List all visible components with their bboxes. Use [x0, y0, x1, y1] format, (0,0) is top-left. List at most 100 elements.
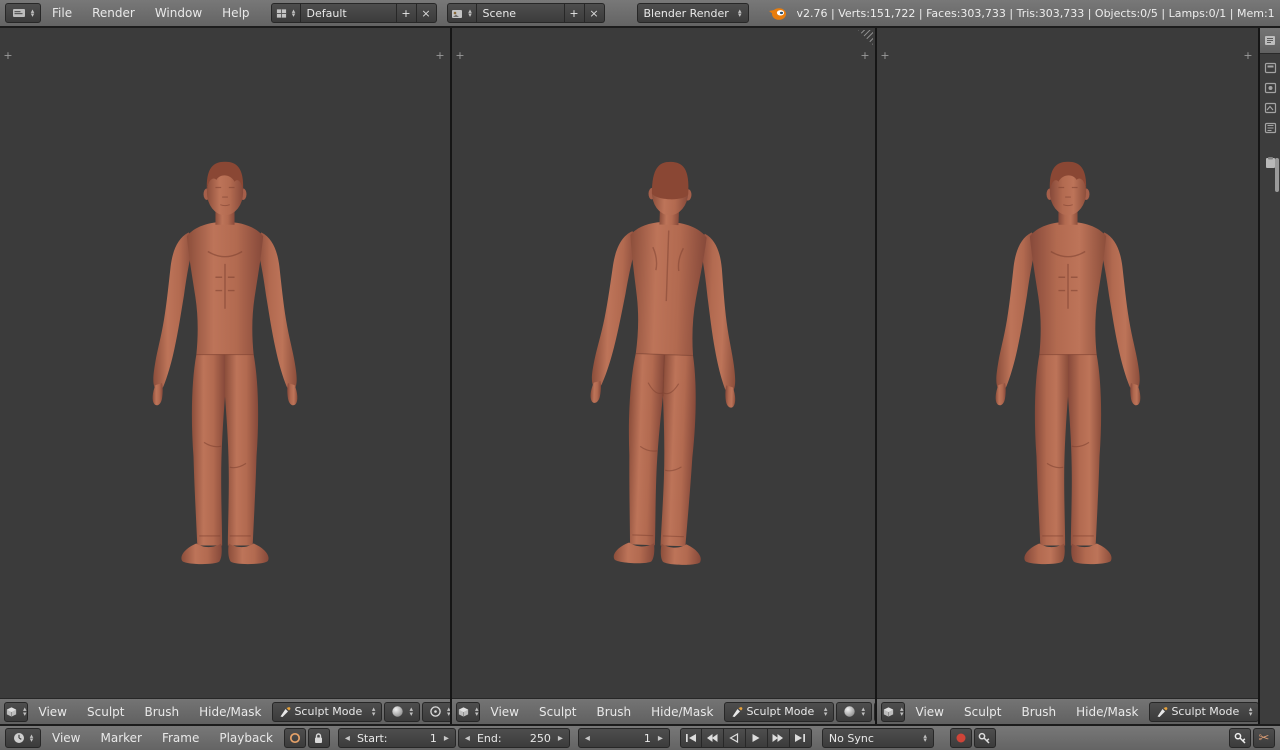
- add-layout-button[interactable]: +: [396, 3, 417, 23]
- scene-statistics: v2.76 | Verts:151,722 | Faces:303,733 | …: [796, 6, 1275, 20]
- layout-browse-button[interactable]: ▴ ▾: [270, 3, 301, 23]
- menu-hide-mask[interactable]: Hide/Mask: [190, 705, 270, 719]
- increment-arrow[interactable]: ▸: [658, 733, 663, 744]
- menu-view[interactable]: View: [43, 731, 89, 745]
- area-corner-widget[interactable]: +: [1242, 50, 1254, 62]
- play-button[interactable]: [745, 728, 768, 748]
- prev-keyframe-button[interactable]: [701, 728, 724, 748]
- outliner-header[interactable]: [1260, 28, 1280, 54]
- info-editor-type-button[interactable]: ▴ ▾: [5, 3, 41, 23]
- 3d-view-editor-icon: [883, 706, 894, 717]
- viewport-editor-type-button[interactable]: ▴ ▾: [456, 701, 480, 722]
- lock-time-toggle[interactable]: [307, 728, 330, 748]
- decrement-arrow[interactable]: ◂: [585, 733, 590, 744]
- area-corner-widget[interactable]: +: [879, 50, 891, 62]
- menu-render[interactable]: Render: [83, 6, 144, 20]
- menu-sculpt[interactable]: Sculpt: [530, 705, 585, 719]
- menu-playback[interactable]: Playback: [210, 731, 282, 745]
- viewport-header: ▴ ▾ View Sculpt Brush Hide/Mask Sculpt Mo…: [452, 698, 875, 724]
- preview-range-toggle[interactable]: [283, 728, 306, 748]
- menu-sculpt[interactable]: Sculpt: [955, 705, 1010, 719]
- mode-dropdown[interactable]: Sculpt Mode ▴ ▾: [724, 701, 835, 722]
- delete-keyframe-button[interactable]: ✂: [1253, 728, 1275, 748]
- shading-dropdown[interactable]: ▴ ▾: [836, 701, 872, 722]
- pivot-dropdown[interactable]: ▴▾: [421, 701, 450, 722]
- render-engine-dropdown[interactable]: Blender Render ▴ ▾: [636, 3, 749, 23]
- 3d-viewport-canvas[interactable]: [877, 28, 1258, 698]
- mode-dropdown[interactable]: Sculpt Mode ▴ ▾: [272, 701, 383, 722]
- menu-help[interactable]: Help: [213, 6, 258, 20]
- sculpt-brush-icon: [280, 706, 291, 717]
- menu-marker[interactable]: Marker: [91, 731, 150, 745]
- properties-tab-icon[interactable]: [1264, 102, 1277, 114]
- scene-icon: [452, 9, 463, 18]
- info-header: ▴ ▾ File Render Window Help ▴ ▾ Default + …: [0, 0, 1280, 28]
- 3d-viewport-canvas[interactable]: [452, 28, 875, 698]
- timeline-editor-type-button[interactable]: ▴ ▾: [5, 728, 41, 748]
- menu-view[interactable]: View: [482, 705, 528, 719]
- menu-window[interactable]: Window: [146, 6, 211, 20]
- playback-controls: [679, 728, 812, 748]
- play-reverse-button[interactable]: [723, 728, 746, 748]
- add-scene-button[interactable]: +: [564, 3, 585, 23]
- record-icon: [956, 733, 966, 743]
- scene-name-field[interactable]: Scene: [476, 3, 565, 23]
- viewport-back: + + ▴ ▾ View Sculpt Brush Hide/Mask Sculp…: [452, 28, 877, 724]
- next-keyframe-button[interactable]: [767, 728, 790, 748]
- shading-dropdown-arrows: ▴ ▾: [409, 705, 413, 718]
- area-corner-widget[interactable]: +: [454, 50, 466, 62]
- frame-end-field[interactable]: ◂ End: 250 ▸: [457, 728, 570, 748]
- insert-keyframe-button[interactable]: [1229, 728, 1251, 748]
- jump-to-start-button[interactable]: [679, 728, 702, 748]
- screen-layout-selector: ▴ ▾ Default + ×: [270, 3, 437, 23]
- jump-to-end-button[interactable]: [789, 728, 812, 748]
- pivot-dropdown[interactable]: ▴▾: [873, 701, 875, 722]
- sync-dropdown[interactable]: No Sync ▴ ▾: [821, 728, 934, 748]
- blender-logo: [767, 6, 787, 21]
- menu-view[interactable]: View: [907, 705, 953, 719]
- pivot-center-icon: [430, 706, 441, 717]
- delete-layout-button[interactable]: ×: [416, 3, 437, 23]
- keying-set-button[interactable]: [973, 728, 996, 748]
- main-area: + + ▴ ▾ View Sculpt Brush Hide/Mask Sculp…: [0, 28, 1280, 724]
- sculpt-brush-icon: [1157, 706, 1168, 717]
- shading-dropdown[interactable]: ▴ ▾: [384, 701, 420, 722]
- editor-switch-arrows: ▴ ▾: [29, 731, 34, 744]
- properties-tab-icon[interactable]: [1264, 82, 1277, 94]
- delete-scene-button[interactable]: ×: [584, 3, 605, 23]
- menu-hide-mask[interactable]: Hide/Mask: [642, 705, 722, 719]
- mode-dropdown[interactable]: Sculpt Mode ▴ ▾: [1149, 701, 1258, 722]
- menu-brush[interactable]: Brush: [587, 705, 640, 719]
- increment-arrow[interactable]: ▸: [558, 733, 563, 744]
- menu-view[interactable]: View: [30, 705, 76, 719]
- decrement-arrow[interactable]: ◂: [465, 733, 470, 744]
- viewport-editor-type-button[interactable]: ▴ ▾: [4, 701, 28, 722]
- menu-sculpt[interactable]: Sculpt: [78, 705, 133, 719]
- area-corner-widget[interactable]: +: [2, 50, 14, 62]
- menu-hide-mask[interactable]: Hide/Mask: [1067, 705, 1147, 719]
- key-icon: [979, 732, 990, 744]
- area-corner-widget[interactable]: +: [859, 50, 871, 62]
- properties-tab-icon[interactable]: [1264, 62, 1277, 74]
- menu-brush[interactable]: Brush: [135, 705, 188, 719]
- properties-tab-icon[interactable]: [1264, 122, 1277, 134]
- decrement-arrow[interactable]: ◂: [345, 733, 350, 744]
- auto-keyframe-record-button[interactable]: [949, 728, 972, 748]
- 3d-viewport-canvas[interactable]: [0, 28, 450, 698]
- layout-name-field[interactable]: Default: [300, 3, 397, 23]
- scrollbar[interactable]: [1275, 158, 1279, 192]
- timeline-header: ▴ ▾ View Marker Frame Playback ◂ Start: 1…: [0, 724, 1280, 750]
- frame-start-field[interactable]: ◂ Start: 1 ▸: [337, 728, 456, 748]
- current-frame-field[interactable]: ◂ 1 ▸: [577, 728, 670, 748]
- menu-file[interactable]: File: [43, 6, 81, 20]
- area-corner-widget[interactable]: +: [434, 50, 446, 62]
- menu-frame[interactable]: Frame: [153, 731, 208, 745]
- engine-dropdown-arrows: ▴ ▾: [738, 6, 742, 19]
- menu-brush[interactable]: Brush: [1012, 705, 1065, 719]
- viewport-editor-type-button[interactable]: ▴ ▾: [881, 701, 905, 722]
- sculpt-brush-icon: [732, 706, 743, 717]
- viewport-header: ▴ ▾ View Sculpt Brush Hide/Mask Sculpt Mo…: [0, 698, 450, 724]
- scene-browse-button[interactable]: ▴ ▾: [446, 3, 477, 23]
- pivot-dropdown-arrows: ▴▾: [447, 706, 450, 717]
- increment-arrow[interactable]: ▸: [444, 733, 449, 744]
